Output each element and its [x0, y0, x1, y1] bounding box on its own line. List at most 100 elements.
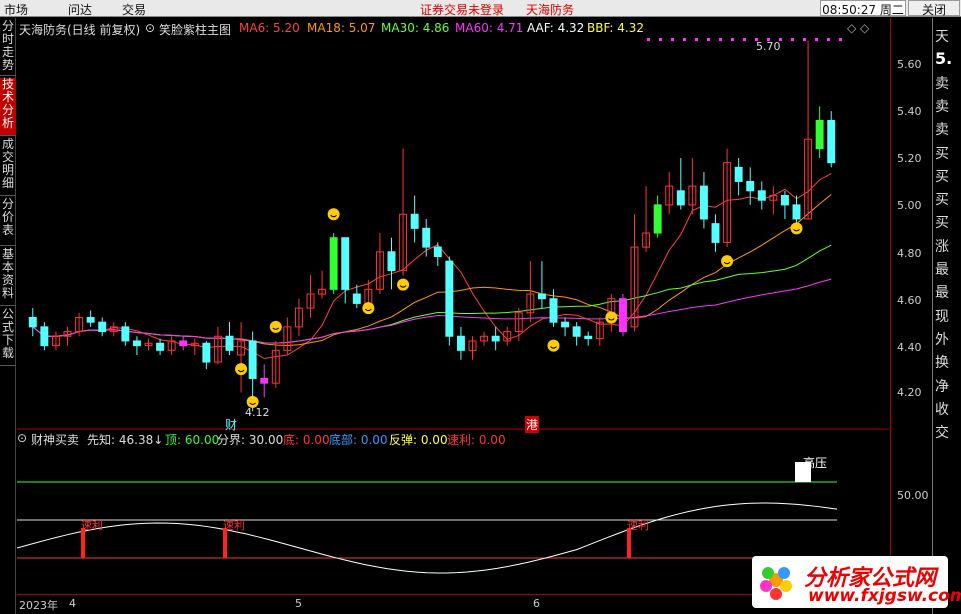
site-logo: 分析家公式网 www.fxjgsw.com	[752, 556, 961, 608]
sub-panel-chevron-icon[interactable]: ⊙	[17, 431, 27, 445]
sub-tick: 50.00	[897, 489, 929, 502]
top-dot	[707, 38, 710, 41]
low-price-label: 4.12	[245, 406, 270, 419]
candle-body	[422, 227, 431, 248]
candle-body	[653, 204, 662, 234]
date-year: 2023年	[19, 599, 58, 612]
sub-indicator-name[interactable]: 财神买卖	[31, 431, 79, 448]
price-tick: 5.00	[897, 199, 922, 212]
candle-body	[179, 340, 188, 347]
price-tick: 4.40	[897, 341, 922, 354]
signal-label-3: 速利	[627, 519, 649, 532]
high-pressure-label: 高压	[803, 456, 828, 470]
candle-body	[456, 335, 465, 351]
tab-technical[interactable]: 技术分析	[0, 78, 16, 136]
kline-chart[interactable]	[17, 18, 889, 594]
indicator-chevron-icon[interactable]: ⊙	[145, 21, 155, 35]
top-dot	[683, 38, 686, 41]
top-dot	[647, 38, 650, 41]
date-month-4: 4	[69, 597, 76, 610]
sub-value-ding: 顶: 60.00	[165, 433, 220, 447]
stock-title: 天海防务(日线 前复权)	[19, 23, 141, 37]
date-month-5: 5	[295, 597, 302, 610]
quote-info-item: 交	[935, 425, 949, 442]
top-dot	[719, 38, 722, 41]
stock-status: 天海防务	[526, 3, 575, 17]
tab-basic-info[interactable]: 基本资料	[0, 248, 16, 306]
candle-body	[202, 342, 211, 363]
smiley-icon	[605, 311, 618, 324]
indicator-name[interactable]: 笑脸紫柱主图	[159, 21, 231, 38]
price-tick: 4.20	[897, 386, 922, 399]
candle-body	[561, 321, 570, 328]
candle-body	[28, 316, 37, 328]
top-dot	[659, 38, 662, 41]
tab-price-table[interactable]: 分价表	[0, 198, 16, 246]
quote-info-item: 买	[935, 145, 949, 162]
price-tick: 5.60	[897, 58, 922, 71]
sub-value-xianzhi: 先知: 46.38↓	[87, 433, 164, 447]
tab-formula-download[interactable]: 公式下载	[0, 308, 16, 366]
quote-info-item: 买	[935, 215, 949, 232]
ma60-line	[32, 278, 832, 344]
smiley-icon	[269, 320, 282, 333]
quote-info-item: 5.	[935, 49, 953, 69]
left-tab-bar: 分时走势 技术分析 成交明细 分价表 基本资料 公式下载	[0, 18, 16, 614]
sub-value-suli: 速利: 0.00	[447, 433, 506, 447]
candle-body	[746, 180, 755, 192]
sub-value-fenjie: 分界: 30.00	[217, 433, 284, 447]
quote-info-item: 换	[935, 355, 949, 372]
price-tick: 4.60	[897, 294, 922, 307]
candle-body	[827, 119, 836, 164]
ma60-value: MA60: 4.71	[455, 21, 524, 35]
candle-body	[86, 316, 95, 323]
quote-info-item: 外	[935, 331, 949, 348]
candle-body	[40, 326, 49, 347]
candle-body	[433, 246, 442, 257]
candle-body	[248, 340, 257, 379]
top-dot	[839, 38, 842, 41]
quote-info-item: 卖	[935, 75, 949, 92]
price-tick: 4.80	[897, 247, 922, 260]
candle-body	[260, 377, 269, 384]
quote-info-item: 涨	[935, 238, 949, 255]
tab-intraday[interactable]: 分时走势	[0, 20, 16, 76]
event-label-gang: 港	[525, 416, 540, 433]
quote-info-item: 现	[935, 308, 949, 325]
sub-value-dibu: 底部: 0.00	[329, 433, 388, 447]
close-button[interactable]: 关闭	[908, 0, 960, 17]
menu-wenda[interactable]: 问达	[68, 1, 92, 18]
quote-info-item: 卖	[935, 98, 949, 115]
top-dot	[827, 38, 830, 41]
clock: 08:50:27 周二	[820, 0, 906, 17]
candle-body	[132, 340, 141, 347]
candle-body	[584, 335, 593, 340]
top-dot	[791, 38, 794, 41]
top-dot	[815, 38, 818, 41]
menu-trade[interactable]: 交易	[122, 1, 146, 18]
quote-info-item: 卖	[935, 122, 949, 139]
candle-body	[676, 190, 685, 206]
smiley-icon	[362, 302, 375, 315]
chart-area[interactable]: 天海防务(日线 前复权) ⊙ 笑脸紫柱主图 MA6: 5.20 MA18: 5.…	[17, 18, 889, 594]
candle-body	[618, 298, 627, 333]
candle-body	[757, 190, 766, 201]
price-tick: 5.40	[897, 105, 922, 118]
quote-info-item: 天	[935, 29, 949, 45]
quote-info-panel: 天 5. 卖卖卖买买买买涨最最现外换净收交	[932, 18, 961, 614]
candle-body	[156, 342, 165, 351]
price-tick: 5.20	[897, 152, 922, 165]
tab-trades[interactable]: 成交明细	[0, 138, 16, 196]
candle-body	[699, 185, 708, 220]
quote-info-item: 收	[935, 401, 949, 418]
diamond-icon[interactable]: ◇ ◇	[847, 21, 869, 35]
candle-body	[410, 213, 419, 229]
menu-market[interactable]: 市场	[4, 1, 28, 18]
sub-indicator-line	[17, 502, 838, 574]
top-dot	[695, 38, 698, 41]
sub-value-di: 底: 0.00	[283, 433, 330, 447]
ma30-value: MA30: 4.86	[381, 21, 450, 35]
candle-body	[711, 223, 720, 243]
top-dot	[671, 38, 674, 41]
smiley-icon	[790, 222, 803, 235]
